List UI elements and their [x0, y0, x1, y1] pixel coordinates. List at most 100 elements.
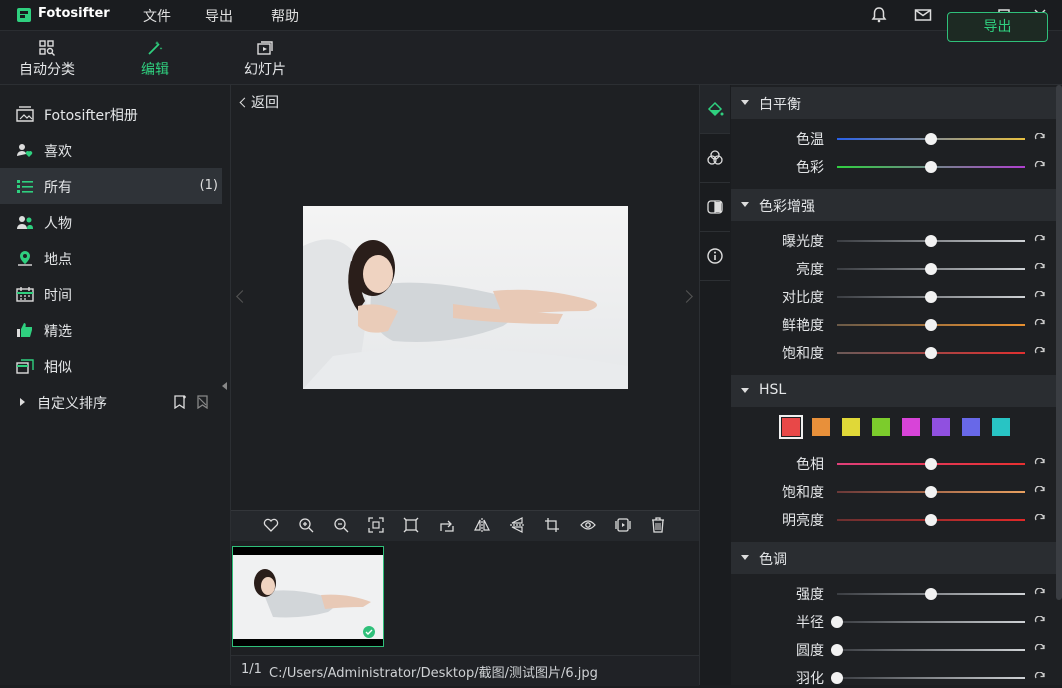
tint-label: 色彩 — [796, 160, 824, 176]
hsl-color-swatch[interactable] — [962, 418, 980, 436]
sidebar-item-label: 相似 — [44, 360, 72, 376]
sidebar-item[interactable]: 人物 — [0, 204, 222, 240]
slideshow-tab[interactable]: 幻灯片 — [229, 31, 301, 84]
saturation-slider-handle[interactable] — [925, 347, 937, 359]
saturation-label: 饱和度 — [782, 346, 824, 362]
bell-icon[interactable] — [869, 5, 889, 25]
radius-slider[interactable] — [837, 621, 1025, 623]
zoom-in-icon[interactable] — [298, 517, 314, 533]
reset-icon[interactable] — [1034, 133, 1046, 145]
temp-slider-handle[interactable] — [925, 133, 937, 145]
color-enhance-header[interactable]: 色彩增强 — [731, 189, 1056, 221]
contrast-slider-handle[interactable] — [925, 291, 937, 303]
vibrance-slider-handle[interactable] — [925, 319, 937, 331]
custom-sort-label[interactable]: 自定义排序 — [37, 393, 107, 413]
info-tool-tab[interactable] — [700, 232, 730, 281]
mail-icon[interactable] — [913, 5, 933, 25]
sidebar-item[interactable]: 相似 — [0, 348, 222, 384]
reset-icon[interactable] — [1034, 291, 1046, 303]
color-tool-tab[interactable] — [700, 85, 730, 134]
roundness-slider[interactable] — [837, 649, 1025, 651]
panel-scrollbar[interactable] — [1056, 85, 1062, 600]
rotate-icon[interactable] — [439, 517, 455, 533]
fit-screen-icon[interactable] — [368, 517, 384, 533]
auto-classify-tab[interactable]: 自动分类 — [11, 31, 83, 84]
reset-icon[interactable] — [1034, 235, 1046, 247]
hsl-color-swatch[interactable] — [932, 418, 950, 436]
crop-icon[interactable] — [544, 517, 560, 533]
reset-icon[interactable] — [1034, 458, 1046, 470]
hsl-color-swatch[interactable] — [902, 418, 920, 436]
heart-user-icon — [16, 142, 34, 158]
sidebar-item-label: 所有 — [44, 180, 72, 196]
hsl-color-swatch[interactable] — [992, 418, 1010, 436]
lightness-slider-handle[interactable] — [925, 514, 937, 526]
actual-size-icon[interactable] — [403, 517, 419, 533]
hue-slider-handle[interactable] — [925, 458, 937, 470]
hsl-color-swatch[interactable] — [872, 418, 890, 436]
contrast-label: 对比度 — [782, 290, 824, 306]
tint-slider-handle[interactable] — [925, 161, 937, 173]
reset-icon[interactable] — [1034, 347, 1046, 359]
hsl-saturation-slider-handle[interactable] — [925, 486, 937, 498]
reset-icon[interactable] — [1034, 263, 1046, 275]
eye-icon[interactable] — [580, 517, 596, 533]
radius-label: 半径 — [796, 615, 824, 631]
paint-bucket-icon — [707, 101, 724, 117]
radius-slider-handle[interactable] — [831, 616, 843, 628]
compare-tool-tab[interactable] — [700, 183, 730, 232]
thumbnail[interactable] — [232, 546, 384, 647]
bookmark-remove-icon[interactable] — [196, 395, 210, 409]
reset-icon[interactable] — [1034, 588, 1046, 600]
bookmark-add-icon[interactable] — [173, 395, 187, 409]
hsl-color-swatch[interactable] — [812, 418, 830, 436]
reset-icon[interactable] — [1034, 161, 1046, 173]
menu-file[interactable]: 文件 — [143, 6, 171, 26]
menu-help[interactable]: 帮助 — [271, 6, 299, 26]
sidebar-item[interactable]: 地点 — [0, 240, 222, 276]
play-slideshow-icon[interactable] — [615, 517, 631, 533]
sidebar-item[interactable]: 精选 — [0, 312, 222, 348]
feather-slider[interactable] — [837, 677, 1025, 679]
hsl-header[interactable]: HSL — [731, 375, 1056, 407]
app-name: Fotosifter — [38, 6, 110, 21]
tone-header[interactable]: 色调 — [731, 542, 1056, 574]
sidebar-item[interactable]: 喜欢 — [0, 132, 222, 168]
hsl-color-swatch[interactable] — [779, 415, 803, 439]
reset-icon[interactable] — [1034, 319, 1046, 331]
export-button[interactable]: 导出 — [947, 12, 1048, 42]
feather-slider-handle[interactable] — [831, 672, 843, 684]
heart-icon[interactable] — [263, 517, 279, 533]
calendar-icon — [16, 286, 34, 302]
sidebar-item[interactable]: 时间 — [0, 276, 222, 312]
reset-icon[interactable] — [1034, 644, 1046, 656]
reset-icon[interactable] — [1034, 672, 1046, 684]
list-icon — [16, 178, 34, 194]
status-bar: 1/1 C:/Users/Administrator/Desktop/截图/测试… — [231, 655, 699, 686]
strength-slider-handle[interactable] — [925, 588, 937, 600]
white-balance-title: 白平衡 — [759, 97, 801, 113]
edit-tab[interactable]: 编辑 — [119, 31, 191, 84]
sidebar-item[interactable]: Fotosifter相册 — [0, 96, 222, 132]
reset-icon[interactable] — [1034, 616, 1046, 628]
menu-export[interactable]: 导出 — [205, 6, 233, 26]
exposure-label: 曝光度 — [782, 234, 824, 250]
custom-sort-expand-icon[interactable] — [20, 398, 25, 406]
file-path: C:/Users/Administrator/Desktop/截图/测试图片/6… — [269, 666, 598, 681]
roundness-slider-handle[interactable] — [831, 644, 843, 656]
flip-horizontal-icon[interactable] — [474, 517, 490, 533]
zoom-out-icon[interactable] — [333, 517, 349, 533]
collapse-sidebar-icon[interactable] — [222, 382, 227, 390]
flip-vertical-icon[interactable] — [509, 517, 525, 533]
back-button[interactable]: 返回 — [239, 92, 279, 112]
reset-icon[interactable] — [1034, 514, 1046, 526]
brightness-slider-handle[interactable] — [925, 263, 937, 275]
exposure-slider-handle[interactable] — [925, 235, 937, 247]
hsl-color-swatch[interactable] — [842, 418, 860, 436]
white-balance-header[interactable]: 白平衡 — [731, 87, 1056, 119]
effects-tool-tab[interactable] — [700, 134, 730, 183]
reset-icon[interactable] — [1034, 486, 1046, 498]
trash-icon[interactable] — [650, 517, 666, 533]
brightness-label: 亮度 — [796, 262, 824, 278]
sidebar-item[interactable]: 所有 (1) — [0, 168, 222, 204]
